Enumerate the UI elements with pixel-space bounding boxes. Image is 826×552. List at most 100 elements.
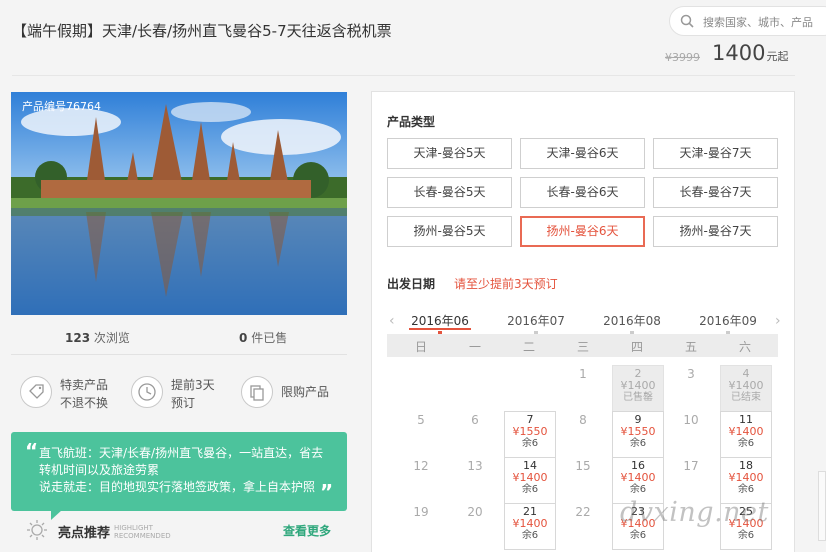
search-placeholder: 搜索国家、城市、产品 bbox=[703, 16, 813, 29]
calendar-day: 10 bbox=[683, 413, 699, 427]
cell-status: 余6 bbox=[521, 484, 539, 495]
cell-status: 余6 bbox=[737, 484, 755, 495]
product-number: 产品编号76764 bbox=[22, 100, 101, 113]
open-quote: “ bbox=[25, 439, 39, 463]
highlight-text-2: 说走就走：目的地现实行落地签政策，拿上自本护照 bbox=[39, 480, 316, 494]
type-option[interactable]: 天津-曼谷7天 bbox=[653, 138, 778, 169]
original-price: ¥3999 bbox=[665, 51, 700, 64]
month-underline bbox=[409, 328, 471, 330]
cell-status: 已售罄 bbox=[623, 392, 653, 403]
calendar-day: 19 bbox=[413, 505, 429, 519]
cell-price: ¥1400 bbox=[620, 379, 656, 392]
cell-status: 已结束 bbox=[731, 392, 761, 403]
month-tab[interactable]: 2016年07 bbox=[505, 312, 567, 329]
calendar-day: 15 bbox=[575, 459, 591, 473]
calendar-day: 3 bbox=[687, 367, 695, 381]
speech-tail bbox=[51, 510, 62, 520]
cell-price: ¥1550 bbox=[620, 425, 656, 438]
calendar-day: 17 bbox=[683, 459, 699, 473]
weekday-label: 二 bbox=[522, 340, 535, 354]
views-count: 123 bbox=[65, 331, 91, 345]
current-price: 1400元起 bbox=[712, 41, 788, 65]
feature-advance: 提前3天预订 bbox=[131, 370, 231, 414]
weekday-label: 三 bbox=[576, 340, 589, 354]
next-month-arrow[interactable]: › bbox=[775, 313, 781, 329]
calendar-day: 13 bbox=[467, 459, 483, 473]
temple-image bbox=[11, 92, 347, 315]
feature-text: 限购产品 bbox=[281, 383, 329, 401]
calendar-cell[interactable]: 9 ¥1550 余6 bbox=[612, 411, 664, 458]
weekday-label: 一 bbox=[468, 340, 481, 354]
calendar-day: 22 bbox=[575, 505, 591, 519]
search-icon bbox=[680, 14, 694, 28]
calendar-day: 1 bbox=[579, 367, 587, 381]
weekday-label: 五 bbox=[684, 340, 697, 354]
highlight-en-1: HIGHLIGHT bbox=[114, 524, 153, 532]
search-box[interactable]: 搜索国家、城市、产品 bbox=[669, 6, 826, 36]
feature-line2: 预订 bbox=[171, 396, 196, 410]
calendar-cell[interactable]: 21 ¥1400 余6 bbox=[504, 503, 556, 550]
type-option-selected[interactable]: 扬州-曼谷6天 bbox=[520, 216, 645, 247]
feature-text: 特卖产品 不退不换 bbox=[60, 376, 108, 412]
cell-status: 余6 bbox=[629, 530, 647, 541]
calendar-day: 8 bbox=[579, 413, 587, 427]
cell-price: ¥1400 bbox=[620, 471, 656, 484]
highlight-card: “ 直飞航班：天津/长春/扬州直飞曼谷，一站直达，省去转机时间以及旅途劳累 说走… bbox=[11, 432, 347, 520]
lightbulb-icon bbox=[27, 520, 47, 540]
highlight-text-1: 直飞航班：天津/长春/扬州直飞曼谷，一站直达，省去转机时间以及旅途劳累 bbox=[39, 446, 324, 477]
cell-price: ¥1400 bbox=[512, 517, 548, 530]
product-photo: 产品编号76764 bbox=[11, 92, 347, 315]
watermark: dvxing.net bbox=[620, 497, 769, 528]
departure-date-title: 出发日期 bbox=[387, 277, 436, 291]
page-title: 【端午假期】天津/长春/扬州直飞曼谷5-7天往返含税机票 bbox=[12, 22, 392, 40]
month-tab[interactable]: 2016年08 bbox=[601, 312, 663, 329]
feature-line1: 特卖产品 bbox=[60, 378, 109, 392]
calendar-cell[interactable]: 14 ¥1400 余6 bbox=[504, 457, 556, 504]
weekday-label: 日 bbox=[414, 340, 427, 354]
type-option[interactable]: 扬州-曼谷5天 bbox=[387, 216, 512, 247]
cell-price: ¥1400 bbox=[728, 471, 764, 484]
cell-status: 余6 bbox=[737, 530, 755, 541]
calendar-cell[interactable]: 7 ¥1550 余6 bbox=[504, 411, 556, 458]
views-stat: 123 次浏览 bbox=[65, 329, 130, 346]
prev-month-arrow[interactable]: ‹ bbox=[389, 313, 395, 329]
view-more-link[interactable]: 查看更多 bbox=[283, 522, 331, 539]
highlight-text: 直飞航班：天津/长春/扬州直飞曼谷，一站直达，省去转机时间以及旅途劳累 说走就走… bbox=[39, 445, 329, 496]
cell-status: 余6 bbox=[521, 530, 539, 541]
cell-status: 余6 bbox=[521, 438, 539, 449]
product-type-title: 产品类型 bbox=[387, 115, 436, 129]
month-tab[interactable]: 2016年09 bbox=[697, 312, 759, 329]
type-option[interactable]: 扬州-曼谷7天 bbox=[653, 216, 778, 247]
type-option[interactable]: 长春-曼谷7天 bbox=[653, 177, 778, 208]
feature-sale: 特卖产品 不退不换 bbox=[20, 370, 120, 414]
sold-count: 0 bbox=[239, 331, 248, 345]
feature-line1: 限购产品 bbox=[281, 385, 330, 399]
cell-price: ¥1400 bbox=[512, 471, 548, 484]
copy-icon bbox=[241, 376, 273, 408]
cell-price: ¥1400 bbox=[728, 425, 764, 438]
calendar-day: 12 bbox=[413, 459, 429, 473]
views-label: 次浏览 bbox=[93, 331, 130, 345]
advance-booking-hint: 请至少提前3天预订 bbox=[454, 277, 558, 291]
calendar-cell-unavailable: 2 ¥1400 已售罄 bbox=[612, 365, 664, 412]
feature-limit: 限购产品 bbox=[241, 370, 341, 414]
type-option[interactable]: 长春-曼谷5天 bbox=[387, 177, 512, 208]
month-tab-selected[interactable]: 2016年06 bbox=[409, 312, 471, 329]
feature-text: 提前3天预订 bbox=[171, 376, 215, 412]
type-option[interactable]: 长春-曼谷6天 bbox=[520, 177, 645, 208]
calendar-cell[interactable]: 11 ¥1400 余6 bbox=[720, 411, 772, 458]
calendar-day: 6 bbox=[471, 413, 479, 427]
stats-divider bbox=[11, 354, 347, 355]
feature-line1: 提前3天 bbox=[171, 378, 215, 392]
type-option[interactable]: 天津-曼谷5天 bbox=[387, 138, 512, 169]
calendar-cell-unavailable: 4 ¥1400 已结束 bbox=[720, 365, 772, 412]
type-option[interactable]: 天津-曼谷6天 bbox=[520, 138, 645, 169]
cell-status: 余6 bbox=[629, 484, 647, 495]
calendar-day: 5 bbox=[417, 413, 425, 427]
clock-icon bbox=[131, 376, 163, 408]
highlight-en-label: HIGHLIGHT RECOMMENDED bbox=[114, 524, 171, 540]
scrollbar[interactable] bbox=[818, 471, 826, 541]
cell-status: 余6 bbox=[737, 438, 755, 449]
sold-label: 件已售 bbox=[251, 331, 288, 345]
price-unit: 元起 bbox=[766, 50, 789, 63]
